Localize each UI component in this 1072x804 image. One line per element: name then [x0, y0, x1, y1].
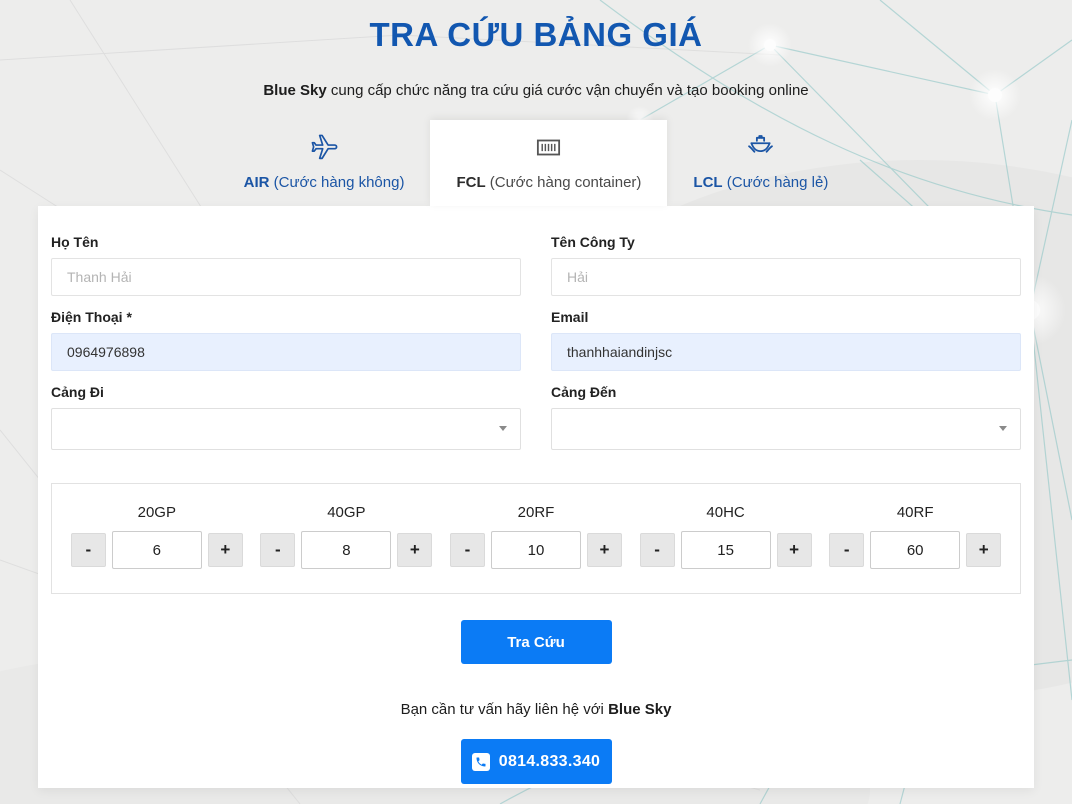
container-type-label: 20GP	[138, 504, 176, 521]
port-to-field-group: Cảng Đến	[551, 384, 1021, 450]
quantity-input[interactable]	[112, 531, 202, 569]
ship-icon	[693, 133, 828, 163]
stepper-20gp: 20GP - +	[71, 504, 243, 569]
company-label: Tên Công Ty	[551, 234, 1021, 250]
chevron-down-icon	[499, 426, 507, 431]
company-input[interactable]	[551, 258, 1021, 296]
quantity-stepper: - +	[640, 531, 812, 569]
port-to-select[interactable]	[551, 408, 1021, 450]
container-icon	[456, 133, 641, 163]
search-button[interactable]: Tra Cứu	[461, 620, 612, 664]
subtitle-text: cung cấp chức năng tra cứu giá cước vận …	[327, 82, 809, 99]
stepper-40rf: 40RF - +	[829, 504, 1001, 569]
container-type-label: 40GP	[327, 504, 365, 521]
quantity-input[interactable]	[870, 531, 960, 569]
name-input[interactable]	[51, 258, 521, 296]
minus-button[interactable]: -	[260, 533, 295, 567]
tab-air[interactable]: AIR (Cước hàng không)	[218, 120, 431, 206]
quantity-input[interactable]	[301, 531, 391, 569]
stepper-20rf: 20RF - +	[450, 504, 622, 569]
email-input[interactable]	[551, 333, 1021, 371]
minus-button[interactable]: -	[450, 533, 485, 567]
quantity-input[interactable]	[491, 531, 581, 569]
plus-button[interactable]: +	[966, 533, 1001, 567]
plus-button[interactable]: +	[397, 533, 432, 567]
tab-fcl[interactable]: FCL (Cước hàng container)	[430, 120, 667, 206]
quantity-stepper: - +	[260, 531, 432, 569]
port-from-select[interactable]	[51, 408, 521, 450]
quantity-stepper: - +	[71, 531, 243, 569]
plus-button[interactable]: +	[777, 533, 812, 567]
phone-label: Điện Thoại *	[51, 309, 521, 325]
freight-type-tabs: AIR (Cước hàng không) FCL (Cước hàng con…	[0, 120, 1072, 206]
chevron-down-icon	[999, 426, 1007, 431]
minus-button[interactable]: -	[640, 533, 675, 567]
quantity-stepper: - +	[829, 531, 1001, 569]
phone-input[interactable]	[51, 333, 521, 371]
container-type-label: 20RF	[518, 504, 555, 521]
tab-lcl-label: LCL (Cước hàng lẻ)	[693, 174, 828, 191]
port-from-label: Cảng Đi	[51, 384, 521, 400]
phone-field-group: Điện Thoại *	[51, 309, 521, 371]
fcl-quote-form-card: Họ Tên Tên Công Ty Điện Thoại * Email Cả…	[38, 206, 1034, 788]
page-subtitle: Blue Sky cung cấp chức năng tra cứu giá …	[0, 82, 1072, 99]
plus-button[interactable]: +	[587, 533, 622, 567]
minus-button[interactable]: -	[71, 533, 106, 567]
brand-name: Blue Sky	[263, 82, 326, 99]
price-lookup-page: TRA CỨU BẢNG GIÁ Blue Sky cung cấp chức …	[0, 0, 1072, 788]
airplane-icon	[244, 133, 405, 163]
plus-button[interactable]: +	[208, 533, 243, 567]
container-quantity-section: 20GP - + 40GP - + 20RF -	[51, 483, 1021, 594]
minus-button[interactable]: -	[829, 533, 864, 567]
stepper-40gp: 40GP - +	[260, 504, 432, 569]
stepper-40hc: 40HC - +	[640, 504, 812, 569]
phone-number: 0814.833.340	[499, 753, 600, 771]
page-title: TRA CỨU BẢNG GIÁ	[0, 0, 1072, 54]
port-from-field-group: Cảng Đi	[51, 384, 521, 450]
tab-lcl[interactable]: LCL (Cước hàng lẻ)	[667, 120, 854, 206]
quantity-input[interactable]	[681, 531, 771, 569]
phone-icon	[472, 753, 490, 771]
container-type-label: 40RF	[897, 504, 934, 521]
phone-call-button[interactable]: 0814.833.340	[461, 739, 612, 784]
contact-text: Bạn cần tư vấn hãy liên hệ với Blue Sky	[51, 701, 1021, 718]
port-to-label: Cảng Đến	[551, 384, 1021, 400]
tab-fcl-label: FCL (Cước hàng container)	[456, 174, 641, 191]
email-label: Email	[551, 309, 1021, 325]
name-field-group: Họ Tên	[51, 234, 521, 296]
company-field-group: Tên Công Ty	[551, 234, 1021, 296]
quantity-stepper: - +	[450, 531, 622, 569]
name-label: Họ Tên	[51, 234, 521, 250]
container-type-label: 40HC	[706, 504, 744, 521]
email-field-group: Email	[551, 309, 1021, 371]
brand-name: Blue Sky	[608, 701, 671, 718]
contact-fields: Họ Tên Tên Công Ty Điện Thoại * Email Cả…	[51, 234, 1021, 463]
tab-air-label: AIR (Cước hàng không)	[244, 174, 405, 191]
